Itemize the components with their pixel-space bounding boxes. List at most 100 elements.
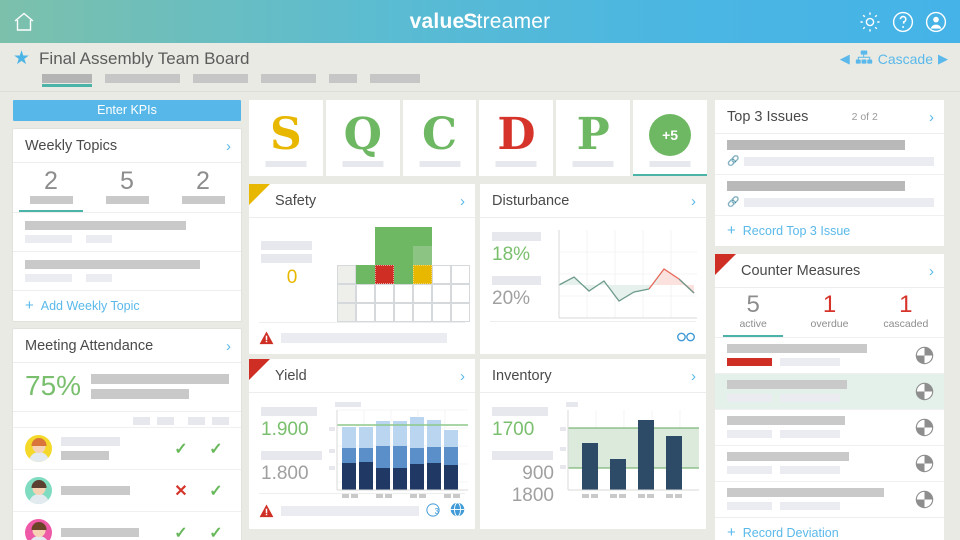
inventory-body: 1700 900 1800 [480, 393, 706, 506]
chevron-right-icon[interactable]: › [460, 369, 465, 384]
counter-cascaded[interactable]: 1 cascaded [868, 291, 944, 337]
table-row[interactable] [715, 337, 944, 373]
issue-link-row: 🔗 [727, 156, 934, 167]
list-item[interactable]: 🔗 [715, 134, 944, 175]
letter-glyph: P [576, 109, 610, 160]
table-row[interactable]: ✓ ✓ [13, 427, 241, 469]
topic-title-placeholder [25, 260, 201, 270]
yield-target: 1.800 [261, 462, 309, 484]
topic-meta [25, 274, 229, 283]
question-mark-icon[interactable] [891, 10, 915, 34]
tab-6[interactable] [370, 74, 420, 83]
tab-3[interactable] [193, 74, 248, 83]
chevron-right-icon[interactable]: › [460, 194, 465, 209]
record-top3-issue-button[interactable]: + Record Top 3 Issue [715, 216, 944, 246]
safety-body: 0 [249, 218, 475, 330]
list-item[interactable]: 🔗 [715, 175, 944, 216]
counter-label: cascaded [883, 318, 929, 331]
counter-value: 5 [120, 167, 134, 195]
warning-triangle-icon[interactable] [259, 504, 274, 518]
tab-1[interactable] [42, 74, 92, 87]
home-icon[interactable] [12, 10, 36, 34]
warning-triangle-icon[interactable] [259, 331, 274, 345]
weekly-topics-title: Weekly Topics [25, 138, 118, 154]
member-name-placeholder [61, 486, 159, 496]
infinity-icon[interactable] [676, 330, 696, 345]
table-row[interactable] [715, 373, 944, 410]
enter-kpis-button[interactable]: Enter KPIs [13, 100, 241, 121]
right-sidebar: Top 3 Issues 2 of 2 › 🔗 🔗 + Record Top 3… [715, 100, 944, 540]
chevron-right-icon[interactable]: › [691, 194, 696, 209]
board-tabs [0, 74, 960, 92]
user-avatar-icon[interactable] [924, 10, 948, 34]
chevron-right-icon[interactable]: › [929, 110, 934, 125]
chevron-right-icon[interactable]: › [226, 139, 231, 154]
letter-glyph: D [497, 109, 536, 160]
list-item[interactable] [13, 212, 241, 251]
kpi-letter-q[interactable]: Q [325, 100, 400, 176]
kpi-letter-c[interactable]: C [402, 100, 477, 176]
chevron-right-icon[interactable]: › [691, 369, 696, 384]
table-row[interactable]: ✓ ✓ [13, 511, 241, 540]
counter-label: overdue [810, 318, 849, 331]
kpi-letter-more[interactable]: +5 [633, 100, 707, 176]
gear-icon[interactable] [858, 10, 882, 34]
kpi-letter-p[interactable]: P [556, 100, 631, 176]
meeting-attendance-title: Meeting Attendance [25, 338, 154, 355]
inventory-bar-chart[interactable] [558, 402, 699, 502]
sqcdp-letter-row: S Q C D P +5 [249, 100, 707, 176]
top3-issues-card: Top 3 Issues 2 of 2 › 🔗 🔗 + Record Top 3… [715, 100, 944, 246]
measure-text [727, 380, 907, 403]
safety-values: 0 [261, 227, 323, 330]
attendance-check-1[interactable]: ✓ [168, 439, 194, 459]
attendance-check-1[interactable]: ✓ [168, 523, 194, 540]
counter-active[interactable]: 5 active [715, 291, 791, 338]
disturbance-line-chart[interactable] [554, 227, 698, 327]
cascade-control[interactable]: ◀ Cascade ▶ [840, 50, 948, 68]
range-label [492, 450, 553, 460]
cascade-next-icon[interactable]: ▶ [938, 51, 948, 67]
attendance-check-2[interactable]: ✓ [203, 439, 229, 459]
top-header-bar: valueStreamer [0, 0, 960, 43]
meeting-attendance-card: Meeting Attendance › 75% ✓ ✓ ✕ ✓ ✓ ✓ [13, 329, 241, 540]
plus-icon: + [25, 297, 34, 315]
col-header-3 [188, 417, 205, 426]
yield-footer: 3 [259, 493, 465, 520]
attendance-check-2[interactable]: ✓ [203, 523, 229, 540]
attendance-check-2[interactable]: ✓ [203, 481, 229, 501]
record-deviation-button[interactable]: + Record Deviation [715, 517, 944, 540]
inventory-upper: 1800 [511, 485, 554, 507]
kpi-letter-d[interactable]: D [479, 100, 554, 176]
kpi-letter-s[interactable]: S [249, 100, 323, 176]
tab-2[interactable] [105, 74, 180, 83]
weekly-topic-counter-3[interactable]: 2 [165, 168, 241, 212]
pie-progress-icon [915, 346, 934, 365]
pie-progress-icon [915, 454, 934, 473]
weekly-topic-counter-2[interactable]: 5 [89, 168, 165, 212]
attendance-check-1[interactable]: ✕ [168, 481, 194, 501]
table-row[interactable] [715, 409, 944, 445]
list-item[interactable] [13, 251, 241, 290]
yield-bar-chart[interactable] [327, 402, 468, 502]
chevron-right-icon[interactable]: › [929, 264, 934, 279]
globe-icon[interactable] [450, 502, 465, 520]
inventory-actual: 1700 [492, 419, 535, 440]
chevron-right-icon[interactable]: › [226, 339, 231, 354]
add-weekly-topic-button[interactable]: + Add Weekly Topic [13, 290, 241, 321]
table-row[interactable] [715, 445, 944, 481]
avatar [25, 477, 52, 505]
weekly-topic-counter-1[interactable]: 2 [13, 168, 89, 213]
star-icon[interactable]: ★ [13, 49, 30, 68]
counter-overdue[interactable]: 1 overdue [791, 291, 867, 337]
table-row[interactable] [715, 481, 944, 517]
table-row[interactable]: ✕ ✓ [13, 469, 241, 511]
pie-progress-icon [915, 382, 934, 401]
avatar [25, 435, 52, 463]
tab-5[interactable] [329, 74, 357, 83]
tab-4[interactable] [261, 74, 316, 83]
disturbance-values: 18% 20% [492, 227, 554, 330]
app-root: valueStreamer ★ Final Assembly Team Boar… [0, 0, 960, 540]
safety-cross-chart[interactable] [323, 227, 470, 327]
cascade-prev-icon[interactable]: ◀ [840, 51, 850, 67]
record-deviation-label: Record Deviation [742, 525, 839, 540]
